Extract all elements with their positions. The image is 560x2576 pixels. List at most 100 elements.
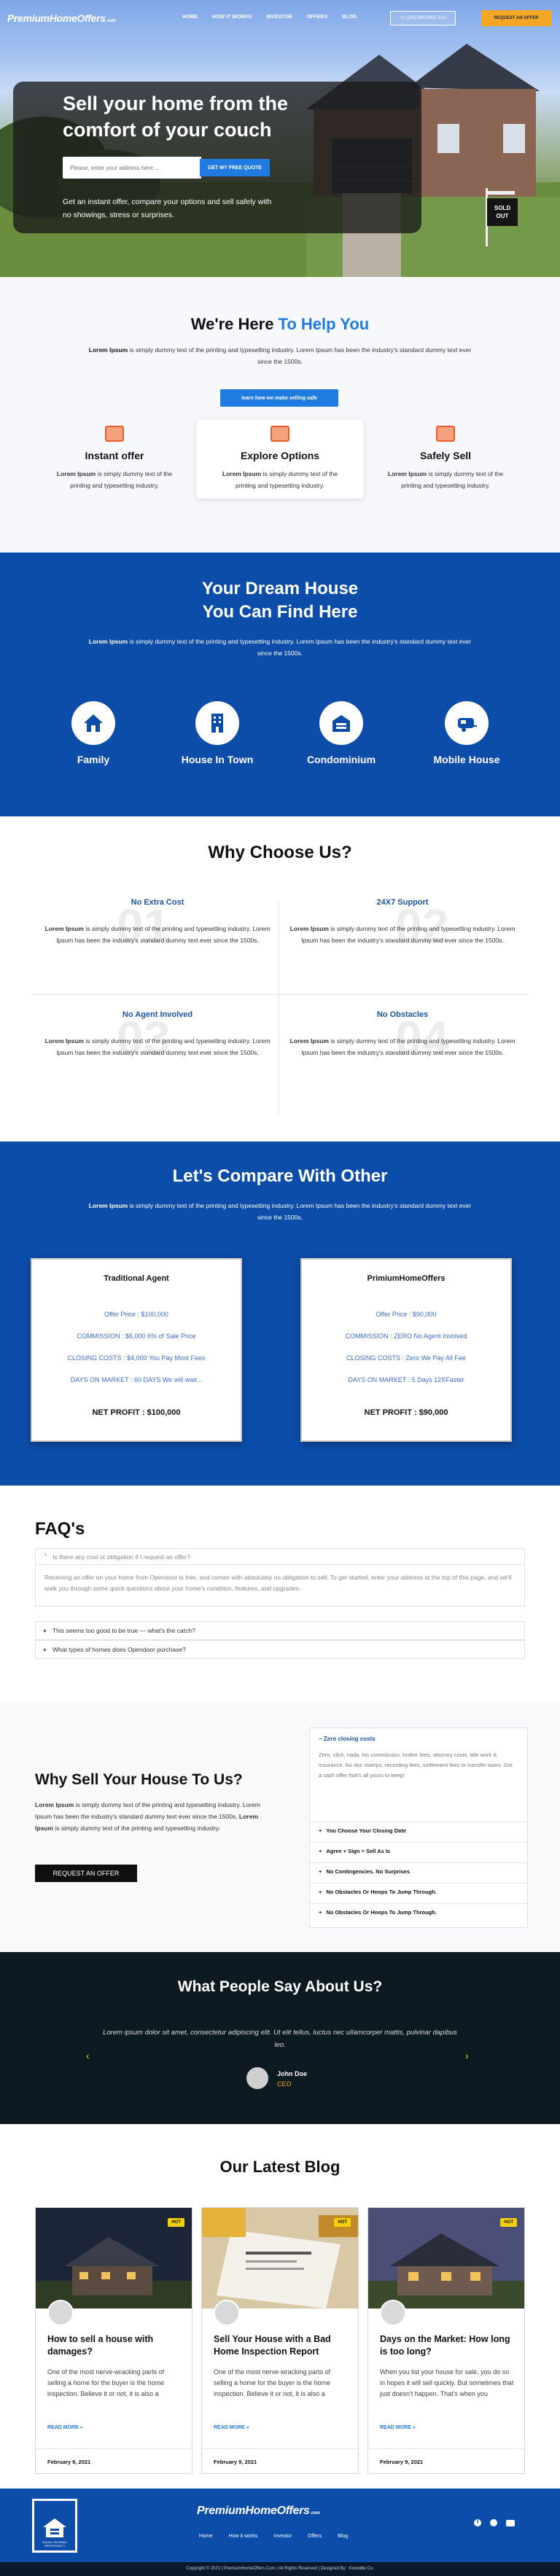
author-avatar (214, 2300, 240, 2326)
social-links: f (474, 2519, 515, 2526)
nav-offers[interactable]: OFFERS (307, 15, 327, 20)
benefit-item[interactable]: + You Choose Your Closing Date (310, 1822, 527, 1839)
nav-how-it-works[interactable]: HOW IT WORKS (212, 15, 252, 20)
request-offer-button[interactable]: REQUEST AN OFFER (35, 1865, 137, 1882)
help-card-safely-sell: Safely Sell Lorem Ipsum is simply dummy … (362, 420, 529, 499)
chevron-right-icon[interactable]: › (465, 2050, 469, 2061)
benefit-item[interactable]: + No Obstacles Or Hoops To Jump Through. (310, 1883, 527, 1900)
post-image[interactable]: HOT (202, 2208, 358, 2308)
read-more-link[interactable]: READ MORE » (47, 2425, 83, 2430)
hero-title: Sell your home from the comfort of your … (63, 93, 289, 141)
site-logo[interactable]: PremiumHomeOffers.com (7, 12, 116, 24)
footer-link-how-it-works[interactable]: How it works (229, 2534, 258, 2539)
post-image[interactable]: HOT (368, 2208, 524, 2308)
nav-menu: HOME HOW IT WORKS INVESTOR OFFERS BLOG (182, 15, 357, 20)
garage-icon[interactable] (319, 701, 363, 745)
author-avatar (380, 2300, 406, 2326)
why-item-text: Lorem Ipsum is simply dummy text of the … (44, 1037, 271, 1056)
category-house-in-town[interactable]: House In Town (166, 754, 268, 765)
help-card-explore-options: Explore Options Lorem Ipsum is simply du… (196, 420, 364, 499)
hot-badge: HOT (334, 2218, 351, 2227)
post-excerpt: One of the most nerve-wracking parts of … (214, 2368, 331, 2397)
caravan-icon[interactable] (445, 701, 489, 745)
blog-post[interactable]: HOT How to sell a house with damages? On… (35, 2207, 192, 2474)
post-title[interactable]: How to sell a house with damages? (47, 2333, 186, 2358)
category-condominium[interactable]: Condominium (290, 754, 392, 765)
faq-answer: Receiving an offer on your home from Ope… (35, 1564, 525, 1607)
compare-title: Let's Compare With Other (172, 1166, 388, 1186)
compare-card-title: PrimiumHomeOffers (367, 1274, 446, 1283)
compare-row: COMMISSION : $6,000 6% of Sale Price (77, 1332, 196, 1340)
compare-row: CLOSING COSTS : $4,000 You Pay Most Fees (67, 1354, 206, 1362)
why-item-title: No Obstacles (376, 1010, 429, 1019)
benefit-item[interactable]: + No Obstacles Or Hoops To Jump Through. (310, 1903, 527, 1921)
why-item-title: 24X7 Support (376, 898, 429, 907)
category-mobile-house[interactable]: Mobile House (416, 754, 518, 765)
why-sell-section: Why Sell Your House To Us? Lorem Ipsum i… (0, 1701, 560, 1952)
benefit-item[interactable]: + Agree + Sign = Sell As Is (310, 1842, 527, 1859)
footer-logo[interactable]: PremiumHomeOffers.com (197, 2505, 320, 2518)
faq-question-open[interactable]: ⌃ Is there any cost or obligation if I re… (35, 1548, 525, 1564)
sell-title: Why Sell Your House To Us? (35, 1771, 243, 1788)
read-more-link[interactable]: READ MORE » (380, 2425, 416, 2430)
hot-badge: HOT (500, 2218, 517, 2227)
post-title[interactable]: Sell Your House with a Bad Home Inspecti… (214, 2333, 352, 2358)
nav-blog[interactable]: BLOG (342, 15, 357, 20)
compare-row: CLOSING COSTS : Zero We Pay All Fee (346, 1354, 466, 1362)
footer-link-home[interactable]: Home (199, 2534, 213, 2539)
faq-question[interactable]: + This seems too good to be true — what's… (35, 1621, 525, 1640)
nav-investor[interactable]: INVESTOR (266, 15, 292, 20)
help-title: We're Here To Help You (190, 315, 370, 333)
phone-button[interactable]: +1 (231) 000-0000 XXX (390, 11, 456, 26)
youtube-icon[interactable] (506, 2520, 515, 2526)
chevron-left-icon[interactable]: ‹ (86, 2050, 90, 2061)
compare-card-title: Traditional Agent (104, 1274, 169, 1283)
help-section: We're Here To Help You Lorem Ipsum is si… (0, 277, 560, 553)
family-icon[interactable] (71, 701, 115, 745)
nav-home[interactable]: HOME (182, 15, 198, 20)
author-role: CEO (277, 2080, 292, 2088)
footer-link-offers[interactable]: Offers (308, 2534, 322, 2539)
compare-body: Lorem Ipsum is simply dummy text of the … (88, 1202, 472, 1221)
post-image[interactable]: HOT (36, 2208, 192, 2308)
footer-link-blog[interactable]: Blog (338, 2534, 348, 2539)
read-more-link[interactable]: READ MORE » (214, 2425, 249, 2430)
faq-question[interactable]: + What types of homes does Opendoor purch… (35, 1640, 525, 1659)
why-item-text: Lorem Ipsum is simply dummy text of the … (289, 1037, 516, 1056)
benefits-box: − Zero closing costs Zero, zilch, nada. … (309, 1728, 528, 1928)
dream-title: Your Dream House You Can Find Here (201, 579, 359, 622)
blog-post[interactable]: HOT Sell Your House with a Bad Home Insp… (201, 2207, 359, 2474)
help-card-text: Lorem Ipsum is simply dummy text of the … (56, 470, 173, 489)
address-input[interactable] (63, 157, 201, 179)
plus-icon: + (319, 1848, 322, 1854)
why-title: Why Choose Us? (208, 843, 352, 862)
building-icon[interactable] (195, 701, 239, 745)
faq-section: FAQ's ⌃ Is there any cost or obligation i… (0, 1486, 560, 1701)
author-name: John Doe (277, 2070, 308, 2077)
help-body: Lorem Ipsum is simply dummy text of the … (88, 346, 472, 365)
facebook-icon[interactable]: f (474, 2519, 481, 2526)
category-family[interactable]: Family (42, 754, 144, 765)
blog-section: Our Latest Blog HOT How to sell a house … (0, 2124, 560, 2489)
twitter-icon[interactable] (490, 2519, 497, 2526)
blog-post[interactable]: HOT Days on the Market: How long is too … (368, 2207, 525, 2474)
free-quote-button[interactable]: GET MY FREE QUOTE (200, 159, 270, 176)
dream-house-section: Your Dream House You Can Find Here Lorem … (0, 553, 560, 816)
learn-selling-safe-button[interactable]: learn how we make selling safe (220, 389, 338, 407)
footer-link-investor[interactable]: Investor (273, 2534, 292, 2539)
testimonial-title: What People Say About Us? (177, 1978, 383, 1995)
box-text: Zero, zilch, nada. No commission, broker… (319, 1752, 513, 1779)
hero-section: SOLD OUT PremiumHomeOffers.com HOME HOW … (0, 0, 560, 277)
compare-row: DAYS ON MARKET : 60 DAYS We will wait... (70, 1376, 203, 1383)
sell-body: Lorem Ipsum is simply dummy text of the … (35, 1801, 260, 1832)
why-choose-section: Why Choose Us? 01 No Extra Cost Lorem Ip… (0, 816, 560, 1141)
benefit-item[interactable]: + No Contingencies. No Surprises (310, 1862, 527, 1880)
dream-body: Lorem Ipsum is simply dummy text of the … (88, 638, 472, 657)
post-title[interactable]: Days on the Market: How long is too long… (380, 2333, 518, 2358)
post-excerpt: When you list your house for sale, you d… (380, 2368, 514, 2397)
box-title[interactable]: − Zero closing costs (319, 1736, 376, 1742)
testimonial-section: What People Say About Us? Lorem ipsum do… (0, 1952, 560, 2124)
request-offer-button[interactable]: REQUEST AN OFFER (481, 10, 551, 26)
hero-subtitle: Get an instant offer, compare your optio… (63, 198, 272, 219)
equal-housing-badge: EQUAL HOUSING OPPORTUNITY (32, 2499, 77, 2553)
